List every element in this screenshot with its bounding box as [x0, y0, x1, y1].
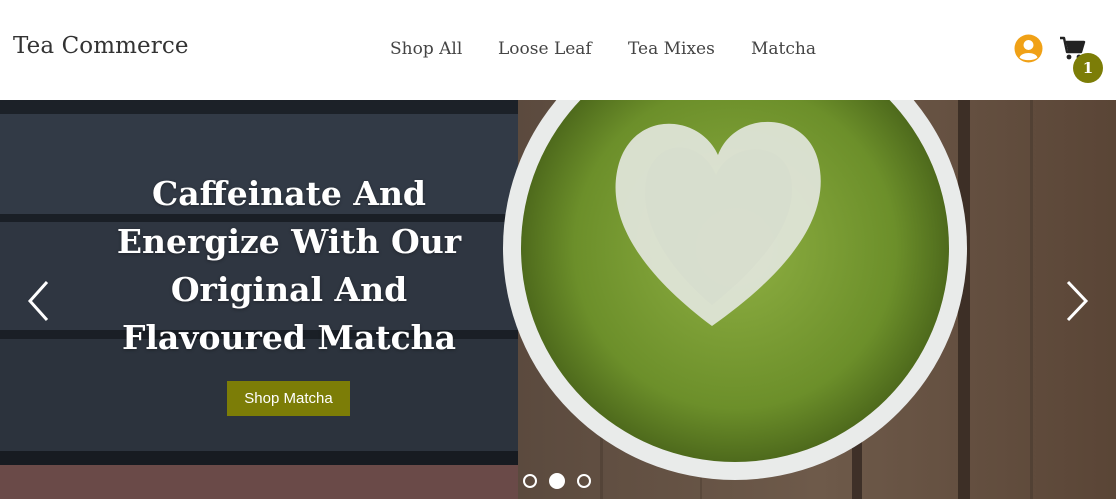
account-button[interactable]: [1014, 34, 1043, 63]
user-circle-icon: [1014, 34, 1043, 63]
carousel-dot-1[interactable]: [523, 474, 537, 488]
chevron-right-icon: [1066, 280, 1089, 322]
carousel-indicators: [522, 473, 602, 492]
nav-tea-mixes[interactable]: Tea Mixes: [628, 39, 715, 59]
carousel-next-button[interactable]: [1062, 280, 1092, 322]
carousel-dot-3[interactable]: [577, 474, 591, 488]
carousel-prev-button[interactable]: [25, 280, 55, 322]
shop-matcha-button[interactable]: Shop Matcha: [227, 381, 350, 416]
site-header: Tea Commerce Shop All Loose Leaf Tea Mix…: [0, 0, 1116, 100]
hero-carousel: Caffeinate And Energize With Our Origina…: [0, 100, 1116, 499]
cart-count-badge: 1: [1073, 53, 1103, 83]
carousel-dot-2[interactable]: [549, 473, 565, 489]
nav-shop-all[interactable]: Shop All: [390, 39, 462, 59]
brand-logo[interactable]: Tea Commerce: [13, 33, 189, 59]
hero-headline: Caffeinate And Energize With Our Origina…: [116, 174, 462, 357]
nav-matcha[interactable]: Matcha: [751, 39, 816, 59]
chevron-left-icon: [27, 280, 49, 322]
nav-loose-leaf[interactable]: Loose Leaf: [498, 39, 592, 59]
